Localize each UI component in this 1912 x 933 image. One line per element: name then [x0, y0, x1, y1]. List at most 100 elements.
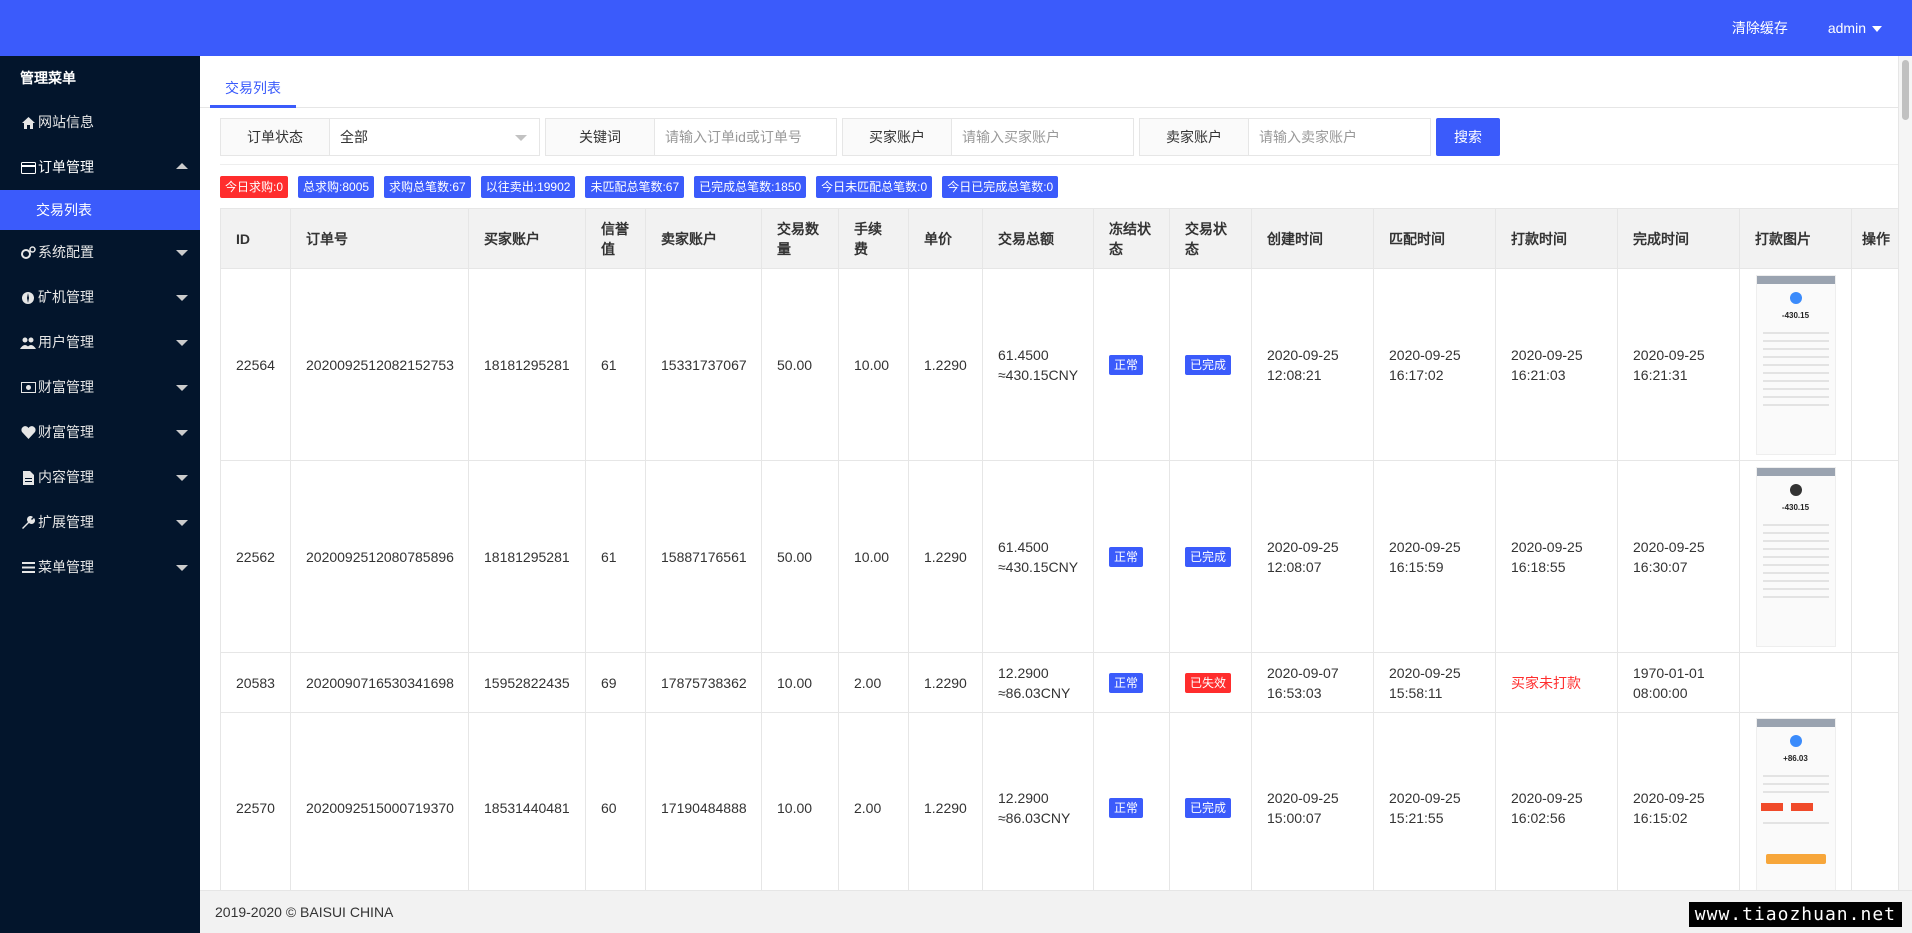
time: 15:58:11: [1389, 684, 1443, 701]
status-select[interactable]: 全部: [330, 118, 540, 156]
status-filter: 订单状态 全部: [220, 118, 540, 156]
table-row: 20583 2020090716530341698 15952822435 69…: [220, 652, 1902, 713]
payment-screenshot[interactable]: +86.03: [1755, 717, 1836, 890]
time: 15:00:07: [1267, 809, 1322, 826]
total-cny: ≈430.15CNY: [998, 366, 1079, 383]
seller-filter: 卖家账户: [1139, 118, 1431, 156]
stat-badge: 总求购:8005: [298, 176, 375, 198]
cell-paid: 2020-09-25 16:02:56: [1495, 712, 1618, 890]
heartbeat-icon: [20, 425, 36, 441]
date: 2020-09-25: [1511, 789, 1583, 806]
cell-image: -430.15: [1739, 460, 1852, 653]
table-row: 22570 2020092515000719370 18531440481 60…: [220, 712, 1902, 890]
payment-screenshot[interactable]: -430.15: [1755, 466, 1836, 647]
sidebar-item-label: 内容管理: [38, 469, 94, 485]
sidebar-item-label: 系统配置: [38, 244, 94, 260]
cell-buyer: 15952822435: [468, 652, 586, 713]
keyword-filter: 关键词: [545, 118, 837, 156]
total-amount: 12.2900: [998, 789, 1049, 806]
sidebar-item-users[interactable]: 用户管理: [0, 320, 200, 365]
date: 2020-09-07: [1267, 664, 1339, 681]
sidebar-item-menu[interactable]: 菜单管理: [0, 545, 200, 590]
user-name: admin: [1827, 20, 1866, 36]
cell-freeze: 正常: [1093, 460, 1170, 653]
total-cny: ≈86.03CNY: [998, 684, 1071, 701]
cell-fee: 2.00: [838, 652, 909, 713]
sidebar-item-miner[interactable]: 矿机管理: [0, 275, 200, 320]
cell-price: 1.2290: [908, 268, 983, 461]
trade-table: ID 订单号 买家账户 信誉值 卖家账户 交易数量 手续费 单价 交易总额 冻结…: [220, 208, 1902, 890]
stats-bar: 今日求购:0 总求购:8005 求购总笔数:67 以往卖出:19902 未匹配总…: [220, 176, 1059, 198]
cell-image: [1739, 652, 1852, 713]
cell-buyer: 18181295281: [468, 460, 586, 653]
col-header: 交易数量: [761, 208, 839, 269]
cell-done: 2020-09-25 16:15:02: [1617, 712, 1740, 890]
unpaid-text: 买家未打款: [1511, 674, 1581, 691]
col-header: 完成时间: [1617, 208, 1740, 269]
scrollbar-thumb[interactable]: [1902, 60, 1909, 120]
date: 1970-01-01: [1633, 664, 1705, 681]
col-header: 手续费: [838, 208, 909, 269]
cell-qty: 10.00: [761, 652, 839, 713]
cell-status: 已失效: [1169, 652, 1252, 713]
cell-total: 12.2900 ≈86.03CNY: [982, 652, 1094, 713]
main-content: 交易列表 订单状态 全部 关键词 买家账户 卖家账户 搜索 今日求购:0 总求购…: [200, 56, 1912, 890]
tab-trade-list[interactable]: 交易列表: [210, 68, 296, 108]
cell-qty: 50.00: [761, 268, 839, 461]
cell-id: 22564: [220, 268, 291, 461]
buyer-filter: 买家账户: [842, 118, 1134, 156]
user-menu[interactable]: admin: [1828, 20, 1882, 36]
status-label: 订单状态: [220, 118, 330, 156]
cell-created: 2020-09-25 12:08:21: [1251, 268, 1374, 461]
stat-badge: 以往卖出:19902: [480, 176, 576, 198]
cell-seller: 17190484888: [645, 712, 762, 890]
sidebar-item-content[interactable]: 内容管理: [0, 455, 200, 500]
cell-image: +86.03: [1739, 712, 1852, 890]
cell-credit: 61: [585, 460, 646, 653]
sidebar-subitem-trade-list[interactable]: 交易列表: [0, 190, 200, 230]
col-header: 匹配时间: [1373, 208, 1496, 269]
cell-status: 已完成: [1169, 268, 1252, 461]
date: 2020-09-25: [1633, 538, 1705, 555]
file-icon: [20, 470, 36, 486]
seller-input[interactable]: [1249, 118, 1431, 156]
buyer-input[interactable]: [952, 118, 1134, 156]
sidebar-item-system-config[interactable]: 系统配置: [0, 230, 200, 275]
cell-status: 已完成: [1169, 712, 1252, 890]
cell-status: 已完成: [1169, 460, 1252, 653]
search-button[interactable]: 搜索: [1436, 118, 1500, 156]
sidebar-item-wealth-2[interactable]: 财富管理: [0, 410, 200, 455]
time: 16:53:03: [1267, 684, 1322, 701]
col-header: 交易总额: [982, 208, 1094, 269]
cell-freeze: 正常: [1093, 712, 1170, 890]
caret-down-icon: [1872, 26, 1882, 33]
wrench-icon: [20, 515, 36, 531]
time: 16:17:02: [1389, 366, 1444, 383]
cell-done: 1970-01-01 08:00:00: [1617, 652, 1740, 713]
cell-order: 2020092512082152753: [290, 268, 469, 461]
keyword-input[interactable]: [655, 118, 837, 156]
top-header: 清除缓存 admin: [0, 0, 1912, 56]
stat-badge: 求购总笔数:67: [384, 176, 471, 198]
chevron-down-icon: [176, 520, 188, 526]
cell-matched: 2020-09-25 16:17:02: [1373, 268, 1496, 461]
cell-matched: 2020-09-25 15:21:55: [1373, 712, 1496, 890]
payment-screenshot[interactable]: -430.15: [1755, 274, 1836, 455]
cell-created: 2020-09-07 16:53:03: [1251, 652, 1374, 713]
col-header: 创建时间: [1251, 208, 1374, 269]
sidebar-item-label: 菜单管理: [38, 559, 94, 575]
sidebar-item-extension[interactable]: 扩展管理: [0, 500, 200, 545]
chevron-up-icon: [176, 163, 188, 169]
sidebar-title: 管理菜单: [20, 70, 76, 86]
status-select-value: 全部: [340, 129, 368, 145]
col-header: 打款时间: [1495, 208, 1618, 269]
sidebar-item-orders[interactable]: 订单管理: [0, 145, 200, 190]
vertical-scrollbar[interactable]: [1898, 56, 1912, 890]
sidebar-item-label: 财富管理: [38, 424, 94, 440]
sidebar-item-site-info[interactable]: 网站信息: [0, 100, 200, 145]
clear-cache-link[interactable]: 清除缓存: [1732, 18, 1788, 38]
stat-badge: 今日求购:0: [220, 176, 289, 198]
freeze-badge: 正常: [1109, 547, 1144, 567]
status-badge: 已完成: [1185, 547, 1232, 567]
sidebar-item-wealth-1[interactable]: 财富管理: [0, 365, 200, 410]
